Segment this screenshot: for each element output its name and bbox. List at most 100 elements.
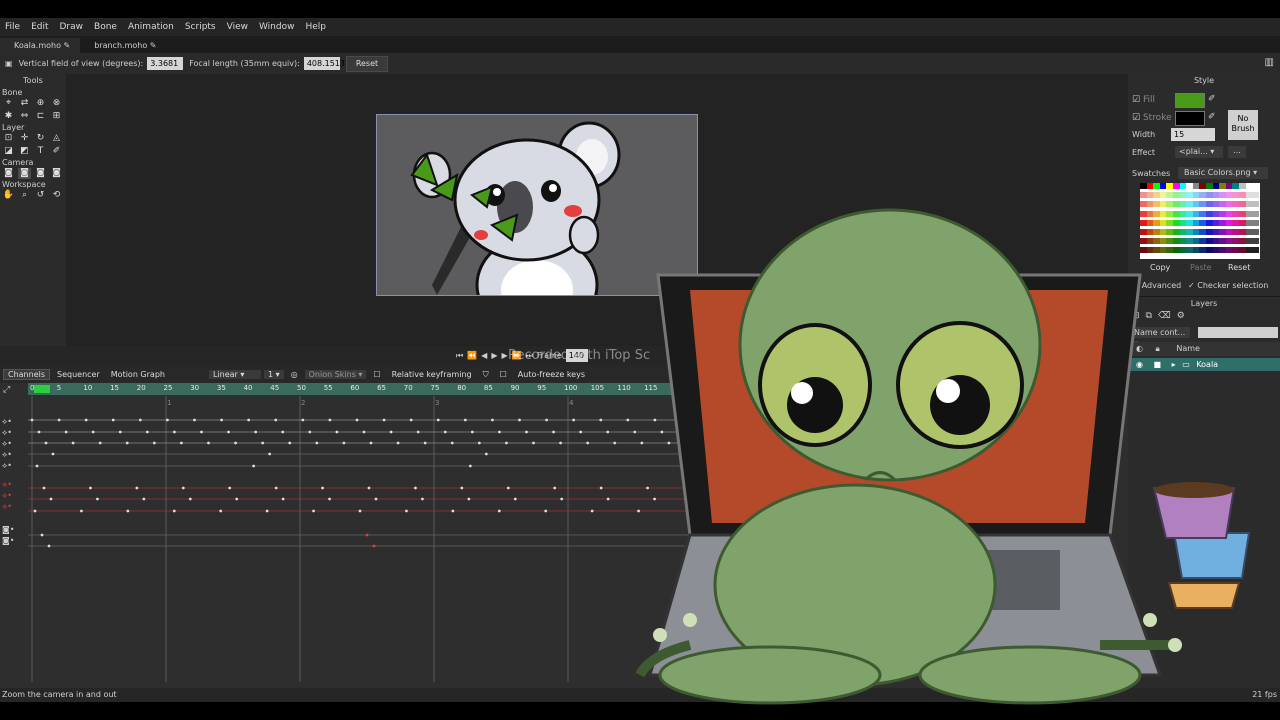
keyframe-dot[interactable] — [362, 430, 366, 434]
keyframe-dot[interactable] — [559, 441, 562, 445]
keyframe-dot[interactable] — [545, 418, 548, 422]
style-reset-button[interactable]: Reset — [1228, 263, 1250, 272]
keyframe-dot[interactable] — [281, 497, 285, 501]
keyframe-dot[interactable] — [125, 441, 129, 445]
color-swatch[interactable] — [1252, 229, 1260, 235]
keyframe-dot[interactable] — [552, 430, 555, 434]
reparent-bone-icon[interactable]: ⊗ — [50, 98, 63, 109]
play-icon[interactable]: ▶ — [491, 351, 497, 360]
prev-frame-icon[interactable]: ◀ — [481, 351, 487, 360]
keyframe-dot[interactable] — [328, 497, 331, 501]
keyframe-dot[interactable] — [152, 441, 156, 445]
book-icon[interactable]: ▥ — [1265, 57, 1274, 68]
keyframe-dot[interactable] — [497, 509, 501, 513]
keyframe-dot[interactable] — [228, 486, 232, 490]
scale-layer-icon[interactable]: ◬ — [50, 133, 63, 144]
next-frame-icon[interactable]: ▶ — [501, 351, 507, 360]
color-swatch[interactable] — [1252, 201, 1260, 208]
hand-icon[interactable]: ✋ — [2, 190, 15, 201]
roll-camera-icon[interactable]: ◙ — [34, 168, 47, 179]
keyframe-dot[interactable] — [142, 497, 146, 501]
keyframe-dot[interactable] — [268, 452, 272, 456]
menu-animation[interactable]: Animation — [123, 22, 180, 32]
focal-field[interactable]: 408.1513 — [303, 57, 345, 70]
keyframe-dot[interactable] — [33, 509, 37, 513]
menu-scripts[interactable]: Scripts — [180, 22, 222, 32]
keyframe-dot[interactable] — [590, 509, 594, 513]
tab-channels[interactable]: Channels — [3, 369, 51, 380]
keyframe-dot[interactable] — [468, 464, 472, 468]
auto-freeze-checkbox[interactable]: ☐ — [496, 370, 511, 379]
keyframe-dot[interactable] — [579, 430, 583, 434]
stroke-checkbox[interactable]: ☑ Stroke — [1132, 113, 1172, 123]
keyframe-dot[interactable] — [145, 430, 149, 434]
keyframe-dot[interactable] — [369, 441, 373, 445]
keyframe-dot[interactable] — [44, 441, 48, 445]
fill-color-swatch[interactable] — [1175, 93, 1205, 108]
onion-icon[interactable]: ◎ — [287, 370, 302, 379]
keyframe-dot[interactable] — [312, 509, 315, 513]
keyframe-dot[interactable] — [261, 441, 265, 445]
onion-skins-select[interactable]: Onion Skins ▾ — [304, 370, 367, 379]
add-bone-icon[interactable]: ⊕ — [34, 98, 47, 109]
keyframe-dot[interactable] — [335, 430, 339, 434]
keyframe-dot[interactable] — [96, 497, 99, 501]
keyframe-dot[interactable] — [423, 441, 427, 445]
keyframe-dot[interactable] — [586, 441, 590, 445]
select-bone-icon[interactable]: ⌖ — [2, 98, 15, 109]
keyframe-dot[interactable] — [491, 418, 494, 422]
keyframe-dot[interactable] — [606, 430, 610, 434]
translate-bone-icon[interactable]: ⇄ — [18, 98, 31, 109]
menu-file[interactable]: File — [0, 22, 26, 32]
keyframe-dot[interactable] — [626, 418, 630, 422]
keyframe-dot[interactable] — [467, 497, 471, 501]
keyframe-dot[interactable] — [252, 464, 256, 468]
keyframe-dot[interactable] — [342, 441, 346, 445]
keyframe-dot[interactable] — [235, 497, 239, 501]
keyframe-dot[interactable] — [613, 441, 617, 445]
paste-button[interactable]: Paste — [1190, 263, 1212, 272]
pan-tilt-camera-icon[interactable]: ◙ — [50, 168, 63, 179]
keyframe-dot[interactable] — [220, 418, 223, 422]
keyframe-dot[interactable] — [470, 430, 474, 434]
keyframe-dot[interactable] — [572, 418, 576, 422]
keyframe-dot[interactable] — [84, 418, 88, 422]
keyframe-dot[interactable] — [544, 509, 548, 513]
keyframe-dot[interactable] — [71, 441, 75, 445]
keyframe-dot[interactable] — [451, 509, 455, 513]
menu-window[interactable]: Window — [254, 22, 301, 32]
keyframe-dot[interactable] — [553, 486, 557, 490]
playhead[interactable] — [34, 385, 50, 393]
color-swatch[interactable] — [1252, 192, 1260, 199]
keyframe-dot[interactable] — [181, 486, 185, 490]
interp-count-select[interactable]: 1 ▾ — [263, 370, 284, 379]
keyframe-dot[interactable] — [460, 486, 464, 490]
no-brush-button[interactable]: No Brush — [1228, 110, 1258, 140]
zoom-camera-icon[interactable]: ◙ — [18, 168, 31, 179]
keyframe-dot[interactable] — [138, 418, 142, 422]
width-field[interactable]: 15 — [1171, 128, 1215, 141]
tab-branch[interactable]: branch.moho ✎ — [80, 38, 166, 53]
rotate-layer-icon[interactable]: ↻ — [34, 133, 47, 144]
keyframe-dot[interactable] — [382, 418, 386, 422]
tab-koala[interactable]: Koala.moho ✎ — [0, 38, 81, 53]
keyframe-dot[interactable] — [506, 486, 510, 490]
keyframe-dot[interactable] — [219, 509, 223, 513]
keyframe-dot[interactable] — [234, 441, 237, 445]
keyframe-dot[interactable] — [308, 430, 312, 434]
keyframe-dot[interactable] — [172, 509, 176, 513]
keyframe-dot[interactable] — [30, 418, 34, 422]
keyframe-dot[interactable] — [532, 441, 535, 445]
vfov-field[interactable]: 3.3681 — [147, 57, 184, 70]
layer-search-input[interactable] — [1198, 327, 1278, 338]
freeze-icon[interactable]: ⛉ — [479, 370, 493, 380]
swatches-select[interactable]: Basic Colors.png ▾ — [1178, 167, 1268, 179]
keyframe-dot[interactable] — [193, 418, 196, 422]
keyframe-dot[interactable] — [414, 486, 417, 490]
keyframe-dot[interactable] — [374, 497, 378, 501]
keyframe-dot[interactable] — [560, 497, 564, 501]
keyframe-dot[interactable] — [98, 441, 102, 445]
keyframe-dot[interactable] — [365, 533, 369, 537]
keyframe-dot[interactable] — [40, 533, 44, 537]
keyframe-dot[interactable] — [315, 441, 319, 445]
